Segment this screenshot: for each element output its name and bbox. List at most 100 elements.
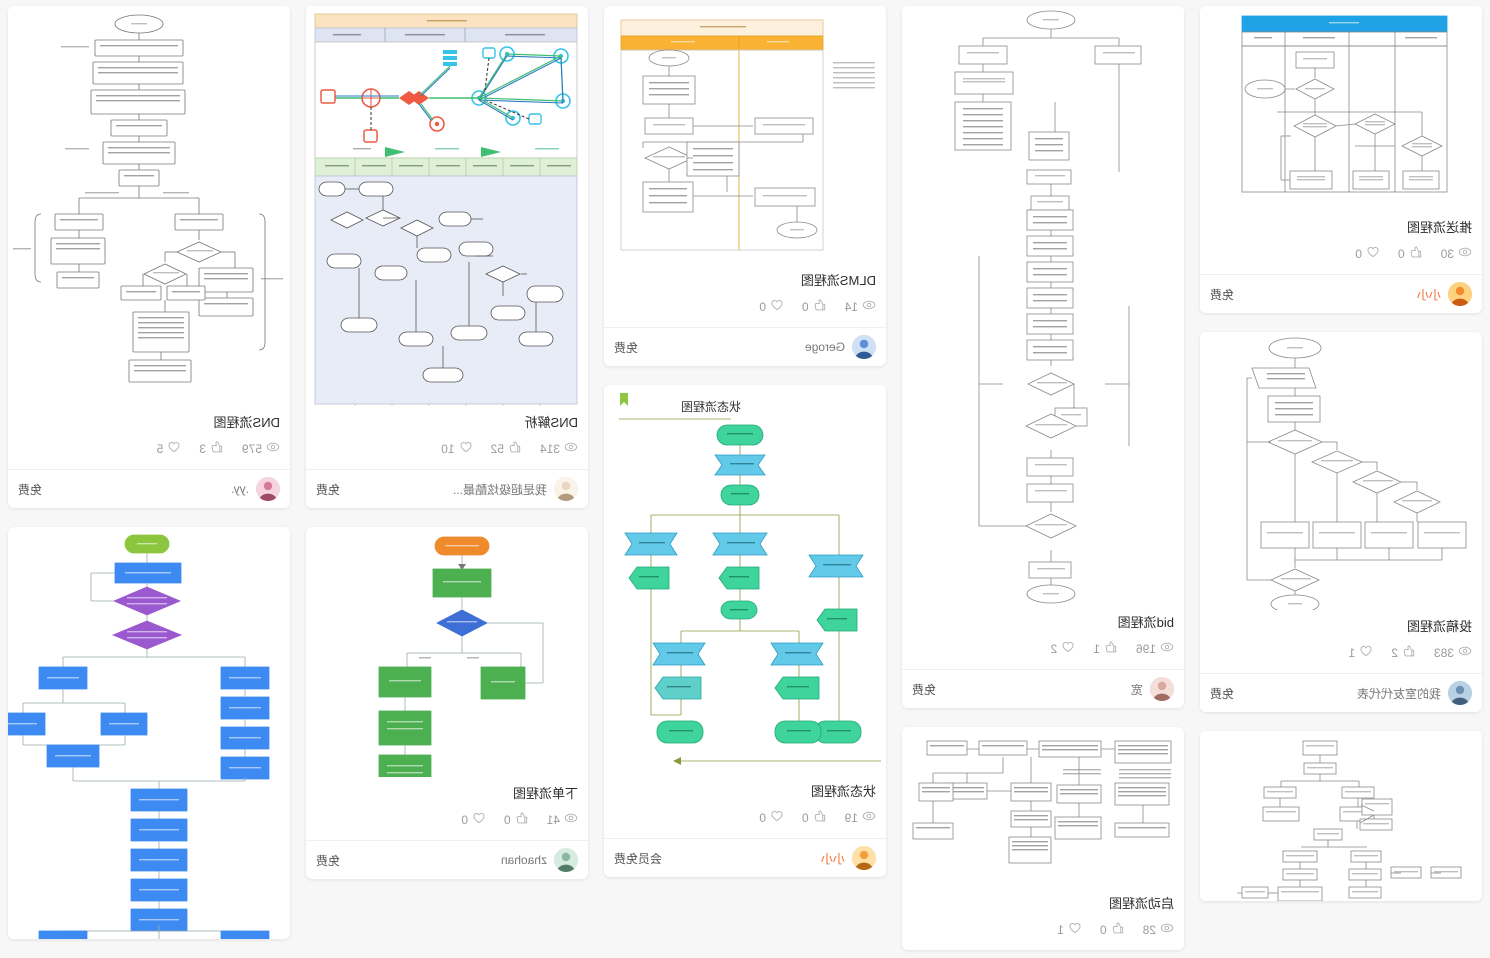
card-title[interactable]: 状态流程图 (614, 783, 876, 801)
thumbs-up-icon[interactable] (210, 440, 224, 457)
favorites-stat[interactable]: 0 (759, 298, 784, 315)
card-meta: 启动流程图 28 0 1 (902, 887, 1184, 950)
favorites-stat[interactable]: 5 (157, 440, 182, 457)
card-footer: 宽 免费 (902, 669, 1184, 708)
card-stats: 579 3 5 (18, 440, 280, 463)
likes-stat[interactable]: 1 (1093, 640, 1118, 657)
card-title[interactable]: DLMS流程图 (614, 272, 876, 290)
views-count: 28 (1142, 922, 1156, 937)
likes-stat[interactable]: 0 (802, 298, 827, 315)
template-card[interactable]: bid流程图 196 1 2 宽 免费 (902, 6, 1184, 708)
favorites-stat[interactable]: 1 (1349, 644, 1374, 661)
template-thumbnail[interactable]: 状态流程图 (604, 385, 886, 775)
likes-stat[interactable]: 0 (802, 809, 827, 826)
likes-stat[interactable]: 52 (491, 440, 522, 457)
heart-icon[interactable] (1061, 640, 1075, 657)
template-thumbnail[interactable] (902, 727, 1184, 887)
favorites-stat[interactable]: 0 (1355, 245, 1380, 262)
likes-stat[interactable]: 2 (1391, 644, 1416, 661)
thumbs-up-icon[interactable] (1402, 644, 1416, 661)
author-name[interactable]: 宽 (1131, 681, 1143, 698)
heart-icon[interactable] (770, 809, 784, 826)
template-card[interactable]: DNS流程图 579 3 5 .yy. 免费 (8, 6, 290, 508)
avatar (1448, 282, 1472, 306)
template-thumbnail[interactable] (306, 527, 588, 777)
views-count: 19 (844, 810, 858, 825)
card-meta: DLMS流程图 14 0 0 (604, 264, 886, 327)
heart-icon[interactable] (1366, 245, 1380, 262)
card-author[interactable]: Geroge (805, 335, 876, 359)
heart-icon[interactable] (167, 440, 181, 457)
likes-stat[interactable]: 0 (1100, 921, 1125, 938)
thumbs-up-icon[interactable] (1409, 245, 1423, 262)
card-title[interactable]: DNS解析 (316, 414, 578, 432)
template-thumbnail[interactable] (1200, 332, 1482, 610)
card-author[interactable]: 小小 (1417, 282, 1472, 306)
template-card[interactable]: 启动流程图 28 0 1 (902, 727, 1184, 950)
favorites-stat[interactable]: 0 (461, 811, 486, 828)
card-author[interactable]: 宽 (1131, 677, 1174, 701)
heart-icon[interactable] (1359, 644, 1373, 661)
thumbs-up-icon[interactable] (508, 440, 522, 457)
author-name[interactable]: 小小 (1417, 286, 1441, 303)
card-author[interactable]: 小小 (821, 846, 876, 870)
template-card[interactable]: 下单流程图 41 0 0 zhaohan 免费 (306, 527, 588, 879)
card-author[interactable]: .yy. (231, 477, 280, 501)
template-card[interactable]: DNS解析 314 52 10 我是超级炫酷最... 免费 (306, 6, 588, 508)
template-thumbnail[interactable] (604, 6, 886, 264)
views-stat: 28 (1143, 921, 1174, 938)
views-count: 41 (546, 812, 560, 827)
template-thumbnail[interactable] (1200, 731, 1482, 901)
heart-icon[interactable] (472, 811, 486, 828)
card-title[interactable]: DNS流程图 (18, 414, 280, 432)
price-label: 免费 (18, 482, 43, 497)
thumbs-up-icon[interactable] (813, 298, 827, 315)
template-card[interactable]: 状态流程图 状态流程图 19 0 0 小小 会员免费 (604, 385, 886, 877)
favorites-stat[interactable]: 10 (441, 440, 472, 457)
likes-count: 0 (1099, 922, 1107, 937)
template-card[interactable] (1200, 731, 1482, 901)
author-name[interactable]: zhaohan (501, 853, 547, 867)
gallery-mirror-wrapper: 推送流程图 30 0 0 小小 免费 投稿流程图 383 2 1 我的室友代代表… (0, 0, 1490, 958)
author-name[interactable]: .yy. (231, 482, 249, 496)
template-card[interactable]: 推送流程图 30 0 0 小小 免费 (1200, 6, 1482, 313)
views-count: 14 (844, 299, 858, 314)
author-name[interactable]: 我的室友代代表 (1357, 685, 1441, 702)
thumbs-up-icon[interactable] (1104, 640, 1118, 657)
thumbs-up-icon[interactable] (1111, 921, 1125, 938)
card-title[interactable]: 下单流程图 (316, 785, 578, 803)
template-card[interactable] (8, 527, 290, 939)
author-name[interactable]: 小小 (821, 850, 845, 867)
likes-stat[interactable]: 0 (504, 811, 529, 828)
likes-stat[interactable]: 0 (1398, 245, 1423, 262)
thumbs-up-icon[interactable] (813, 809, 827, 826)
card-title[interactable]: 启动流程图 (912, 895, 1174, 913)
thumbs-up-icon[interactable] (515, 811, 529, 828)
template-thumbnail[interactable] (8, 6, 290, 406)
favorites-stat[interactable]: 2 (1051, 640, 1076, 657)
template-thumbnail[interactable] (902, 6, 1184, 606)
card-author[interactable]: zhaohan (501, 848, 578, 872)
heart-icon[interactable] (459, 440, 473, 457)
template-thumbnail[interactable] (1200, 6, 1482, 211)
card-author[interactable]: 我是超级炫酷最... (453, 477, 578, 501)
template-thumbnail[interactable] (8, 527, 290, 939)
template-card[interactable]: DLMS流程图 14 0 0 Geroge 免费 (604, 6, 886, 366)
favorites-stat[interactable]: 1 (1057, 921, 1082, 938)
price-label: 会员免费 (614, 851, 663, 866)
card-title[interactable]: bid流程图 (912, 614, 1174, 632)
template-thumbnail[interactable] (306, 6, 588, 406)
card-stats: 41 0 0 (316, 811, 578, 834)
card-title[interactable]: 推送流程图 (1210, 219, 1472, 237)
card-title[interactable]: 投稿流程图 (1210, 618, 1472, 636)
eye-icon (1458, 245, 1472, 262)
author-name[interactable]: 我是超级炫酷最... (453, 481, 547, 498)
heart-icon[interactable] (770, 298, 784, 315)
favorites-stat[interactable]: 0 (759, 809, 784, 826)
heart-icon[interactable] (1068, 921, 1082, 938)
price-label: 免费 (316, 482, 341, 497)
likes-stat[interactable]: 3 (199, 440, 224, 457)
card-author[interactable]: 我的室友代代表 (1357, 681, 1472, 705)
template-card[interactable]: 投稿流程图 383 2 1 我的室友代代表 免费 (1200, 332, 1482, 712)
author-name[interactable]: Geroge (805, 340, 845, 354)
